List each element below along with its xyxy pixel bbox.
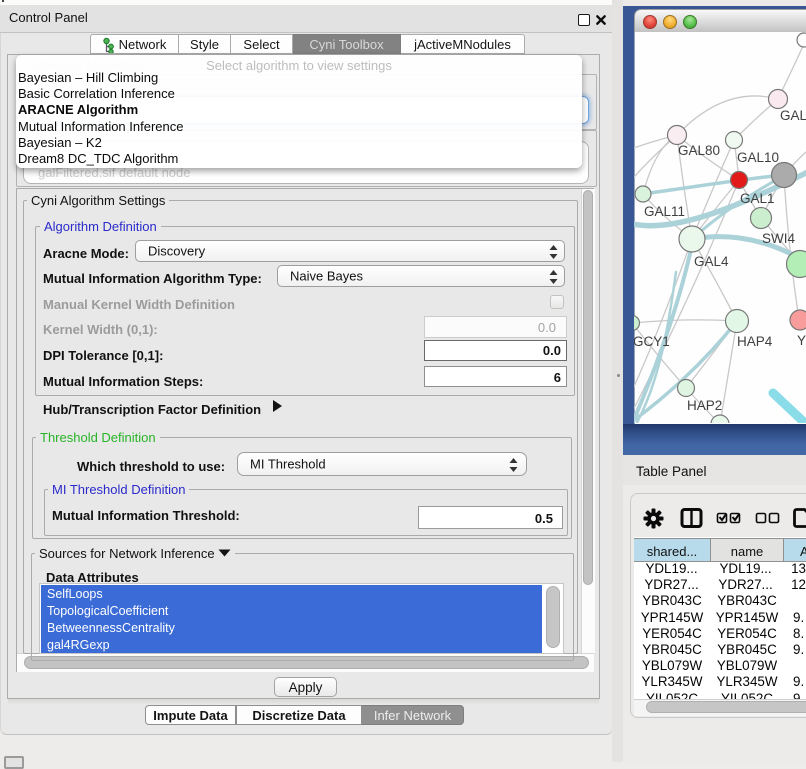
svg-text:GCY1: GCY1 <box>634 334 670 349</box>
svg-text:GAL4: GAL4 <box>694 254 729 269</box>
svg-text:GAL80: GAL80 <box>678 143 720 158</box>
svg-text:GAL10: GAL10 <box>737 150 779 165</box>
svg-text:YM: YM <box>797 333 806 348</box>
svg-text:GAL11: GAL11 <box>644 204 685 219</box>
svg-text:SWI4: SWI4 <box>762 231 795 246</box>
svg-text:GAL1: GAL1 <box>740 191 775 206</box>
svg-text:HAP4: HAP4 <box>737 334 773 349</box>
svg-text:HAP2: HAP2 <box>687 398 722 413</box>
svg-text:GAL2: GAL2 <box>780 108 806 123</box>
